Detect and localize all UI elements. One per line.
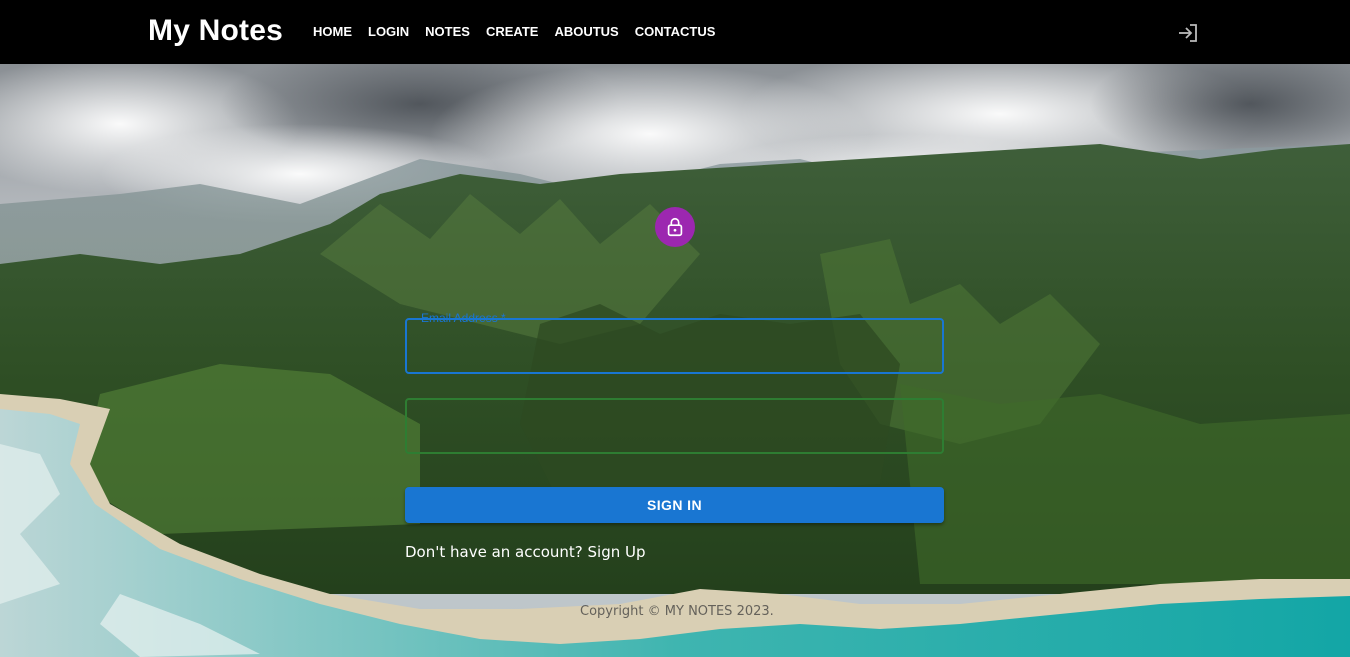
email-field-label: Email Address *	[421, 311, 506, 325]
top-navbar: My Notes HOME LOGIN NOTES CREATE ABOUTUS…	[0, 0, 1350, 64]
nav-aboutus[interactable]: ABOUTUS	[554, 24, 618, 39]
password-input[interactable]	[407, 400, 942, 452]
copyright-text: Copyright © MY NOTES 2023.	[580, 604, 774, 619]
nav-login[interactable]: LOGIN	[368, 24, 409, 39]
nav-create[interactable]: CREATE	[486, 24, 538, 39]
nav-home[interactable]: HOME	[313, 24, 352, 39]
brand-title[interactable]: My Notes	[148, 14, 283, 48]
email-field[interactable]: Email Address *	[405, 311, 944, 374]
email-input[interactable]	[407, 320, 942, 372]
nav-links: HOME LOGIN NOTES CREATE ABOUTUS CONTACTU…	[313, 24, 731, 39]
sign-up-link[interactable]: Don't have an account? Sign Up	[405, 543, 646, 561]
lock-avatar	[655, 207, 695, 247]
lock-icon	[667, 217, 683, 237]
nav-notes[interactable]: NOTES	[425, 24, 470, 39]
nav-contactus[interactable]: CONTACTUS	[635, 24, 716, 39]
login-arrow-icon[interactable]	[1176, 21, 1200, 45]
password-field[interactable]	[405, 398, 944, 454]
sign-in-button[interactable]: SIGN IN	[405, 487, 944, 523]
